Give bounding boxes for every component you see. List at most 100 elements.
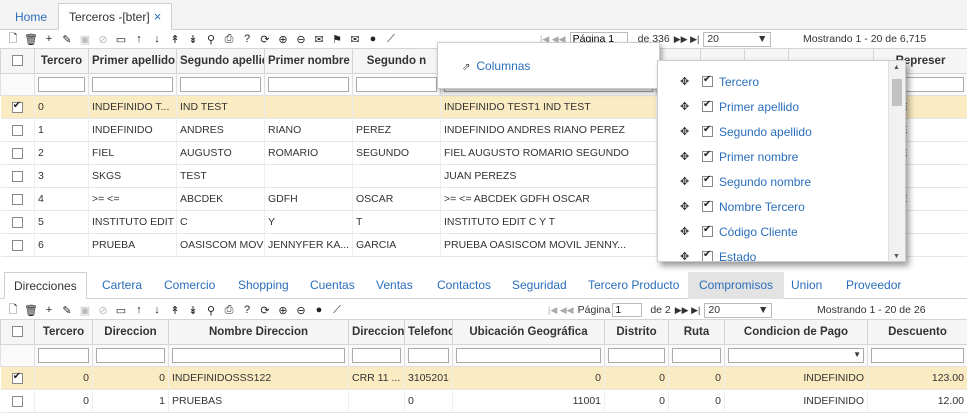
resize-icon[interactable]: ⟋ (382, 30, 400, 48)
sort-up-icon[interactable]: ↟ (166, 301, 184, 319)
column-header[interactable]: Condicion de Pago (724, 319, 868, 345)
column-checkbox[interactable] (702, 249, 713, 261)
tab-shopping[interactable]: Shopping (228, 272, 299, 299)
comment-icon[interactable]: ✉ (310, 30, 328, 48)
row-checkbox[interactable] (11, 216, 23, 228)
add-circle-icon[interactable]: ● (364, 30, 382, 48)
row-checkbox[interactable] (11, 193, 23, 205)
filter-input[interactable] (92, 77, 173, 92)
row-select-cell[interactable] (0, 95, 35, 119)
filter-input[interactable] (672, 348, 721, 363)
scroll-up-icon[interactable]: ▲ (893, 64, 900, 71)
row-checkbox[interactable] (11, 100, 23, 113)
drag-handle-icon[interactable]: ✥ (680, 250, 694, 261)
column-option[interactable]: ✥ Primer apellido (658, 94, 799, 119)
arrow-down-icon[interactable]: ↓ (148, 30, 166, 48)
filter-input[interactable] (352, 348, 401, 363)
sort-down-icon[interactable]: ↡ (184, 301, 202, 319)
row-checkbox[interactable] (11, 124, 23, 136)
column-option[interactable]: ✥ Segundo nombre (658, 169, 811, 194)
filter-input[interactable] (456, 348, 601, 363)
drag-handle-icon[interactable]: ✥ (680, 75, 694, 88)
document-icon[interactable]: 🗋 (4, 30, 22, 48)
tab-home[interactable]: Home (4, 3, 58, 30)
drag-handle-icon[interactable]: ✥ (680, 150, 694, 163)
row-checkbox[interactable] (11, 239, 23, 251)
column-checkbox[interactable] (702, 74, 713, 87)
filter-input[interactable] (38, 348, 89, 363)
trash-icon[interactable]: 🗑 (22, 30, 40, 48)
top-per-page-select[interactable]: 20 ▼ (703, 31, 772, 47)
drag-handle-icon[interactable]: ✥ (680, 200, 694, 213)
drag-handle-icon[interactable]: ✥ (680, 175, 694, 188)
filter-select[interactable] (728, 348, 864, 363)
next-last-page-icon[interactable]: ▶▶ ▶| (674, 34, 700, 45)
tab-seguridad[interactable]: Seguridad (502, 272, 577, 299)
drag-handle-icon[interactable]: ✥ (680, 100, 694, 113)
column-checkbox[interactable] (702, 174, 713, 187)
column-option[interactable]: ✥ Tercero (658, 69, 759, 94)
row-checkbox[interactable] (11, 147, 23, 159)
row-checkbox[interactable] (11, 395, 23, 407)
column-option[interactable]: ✥ Código Cliente (658, 219, 798, 244)
tab-compromisos[interactable]: Compromisos (688, 272, 785, 299)
trash-icon[interactable]: 🗑 (22, 301, 40, 319)
filter-input[interactable] (268, 77, 349, 92)
refresh-icon[interactable]: ⟳ (256, 301, 274, 319)
column-checkbox[interactable] (702, 124, 713, 137)
filter-input[interactable] (871, 348, 964, 363)
document-icon[interactable]: 🗋 (4, 301, 22, 319)
search-icon[interactable]: ⚲ (202, 30, 220, 48)
tab-union[interactable]: Union (781, 272, 832, 299)
column-header[interactable]: Segundo apellido (176, 48, 265, 74)
column-header[interactable]: Telefono (404, 319, 453, 345)
arrow-up-icon[interactable]: ↑ (130, 30, 148, 48)
filter-input[interactable] (172, 348, 345, 363)
tab-direcciones[interactable]: Direcciones (4, 272, 87, 299)
pencil-icon[interactable]: ✎ (58, 301, 76, 319)
drag-handle-icon[interactable]: ✥ (680, 125, 694, 138)
drag-handle-icon[interactable]: ✥ (680, 225, 694, 238)
plus-icon[interactable]: + (40, 30, 58, 48)
tab-comercio[interactable]: Comercio (154, 272, 225, 299)
zoom-out-icon[interactable]: ⊖ (292, 301, 310, 319)
column-header[interactable]: Primer nombre (264, 48, 353, 74)
column-header[interactable]: Nombre Direccion (168, 319, 349, 345)
sort-up-icon[interactable]: ↟ (166, 30, 184, 48)
scroll-thumb[interactable] (892, 79, 902, 106)
sort-down-icon[interactable]: ↡ (184, 30, 202, 48)
filter-input[interactable] (96, 348, 165, 363)
close-icon[interactable]: × (154, 9, 162, 24)
column-option[interactable]: ✥ Primer nombre (658, 144, 798, 169)
column-header[interactable]: Descuento (867, 319, 967, 345)
row-select-cell[interactable] (0, 389, 35, 413)
resize-icon[interactable]: ⟋ (328, 301, 346, 319)
column-header[interactable]: Direccion (92, 319, 169, 345)
row-select-cell[interactable] (0, 233, 35, 257)
row-select-cell[interactable] (0, 187, 35, 211)
column-header[interactable]: Ubicación Geográfica (452, 319, 605, 345)
filter-input[interactable] (356, 77, 437, 92)
column-header[interactable]: Distrito (604, 319, 669, 345)
rename-icon[interactable]: ▭ (112, 30, 130, 48)
table-row[interactable]: 0 1 PRUEBAS 0 11001 0 0 INDEFINIDO 12.00 (0, 389, 967, 413)
column-checkbox[interactable] (702, 149, 713, 162)
select-all-checkbox[interactable] (12, 326, 23, 338)
help-icon[interactable]: ? (238, 30, 256, 48)
filter-input[interactable] (38, 77, 85, 92)
table-row[interactable]: 00INDEFINIDOSSS122CRR 11 ...3105201000IN… (0, 366, 967, 390)
zoom-out-icon[interactable]: ⊖ (292, 30, 310, 48)
select-all-header[interactable] (0, 48, 35, 74)
tab-cartera[interactable]: Cartera (92, 272, 152, 299)
column-header[interactable]: Primer apellido (88, 48, 177, 74)
plus-icon[interactable]: + (40, 301, 58, 319)
column-option[interactable]: ✥ Segundo apellido (658, 119, 812, 144)
bottom-per-page-select[interactable]: 20 ▼ (704, 302, 773, 318)
next-last-page-icon[interactable]: ▶▶ ▶| (675, 305, 701, 316)
column-checkbox[interactable] (702, 224, 713, 237)
zoom-in-icon[interactable]: ⊕ (274, 301, 292, 319)
zoom-in-icon[interactable]: ⊕ (274, 30, 292, 48)
column-checkbox[interactable] (702, 99, 713, 112)
columnas-link[interactable]: ⇗ Columnas (462, 59, 530, 73)
column-header[interactable]: Tercero (34, 48, 89, 74)
